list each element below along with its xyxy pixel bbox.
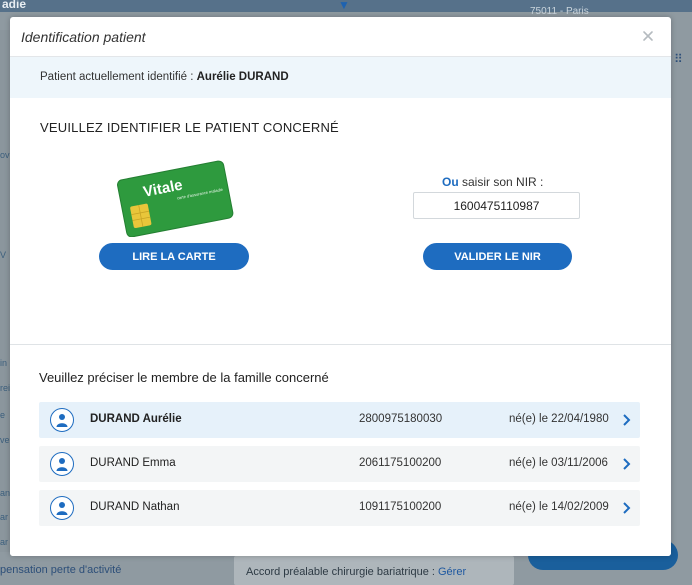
person-icon — [50, 408, 74, 432]
background-left-label: V — [0, 250, 7, 260]
current-patient-label: Patient actuellement identifié : Aurélie… — [40, 71, 289, 83]
background-top-right-text: 75011 - Paris — [530, 6, 589, 17]
member-birthdate: né(e) le 03/11/2006 — [509, 457, 608, 469]
close-icon — [643, 31, 653, 41]
modal-title: Identification patient — [21, 29, 146, 45]
validate-nir-button[interactable]: VALIDER LE NIR — [423, 243, 572, 270]
nir-input[interactable] — [413, 192, 580, 219]
patient-identification-modal: Identification patient Patient actuellem… — [10, 17, 671, 556]
background-left-label: ar — [0, 512, 9, 522]
modal-header: Identification patient — [10, 17, 671, 57]
background-top-left-text: adie — [2, 0, 27, 11]
member-nir: 2061175100200 — [359, 457, 442, 469]
person-icon — [50, 496, 74, 520]
family-member-row[interactable]: DURAND Aurélie 2800975180030 né(e) le 22… — [39, 402, 640, 438]
chevron-right-icon — [623, 458, 631, 470]
current-patient-banner: Patient actuellement identifié : Aurélie… — [10, 57, 671, 98]
member-birthdate: né(e) le 22/04/1980 — [509, 413, 609, 425]
close-button[interactable] — [640, 28, 656, 44]
background-left-label: in — [0, 358, 8, 368]
family-member-row[interactable]: DURAND Nathan 1091175100200 né(e) le 14/… — [39, 490, 640, 526]
background-left-label: e — [0, 410, 6, 420]
background-left-label: ve — [0, 435, 10, 445]
background-left-label: rei — [0, 383, 11, 393]
background-bottom-text: Accord préalable chirurgie bariatrique :… — [246, 566, 467, 578]
background-bottom-link: pensation perte d'activité — [0, 564, 122, 576]
vitale-card-image: Vitale carte d'assurance maladie — [117, 160, 234, 237]
nir-label: Ou saisir son NIR : — [442, 175, 544, 189]
read-card-button[interactable]: LIRE LA CARTE — [99, 243, 249, 270]
background-left-label: ov — [0, 150, 10, 160]
member-name: DURAND Nathan — [90, 501, 180, 513]
member-nir: 2800975180030 — [359, 413, 443, 425]
current-patient-name: Aurélie DURAND — [196, 71, 289, 83]
member-birthdate: né(e) le 14/02/2009 — [509, 501, 609, 513]
family-member-row[interactable]: DURAND Emma 2061175100200 né(e) le 03/11… — [39, 446, 640, 482]
chevron-down-icon: ▼ — [338, 0, 350, 12]
member-nir: 1091175100200 — [359, 501, 442, 513]
grid-icon: ⠿ — [674, 52, 683, 66]
member-name: DURAND Aurélie — [90, 413, 182, 425]
member-name: DURAND Emma — [90, 457, 176, 469]
background-left-strip — [0, 30, 10, 560]
chevron-right-icon — [623, 502, 631, 514]
chevron-right-icon — [623, 414, 631, 426]
identify-section-title: VEUILLEZ IDENTIFIER LE PATIENT CONCERNÉ — [40, 120, 339, 135]
family-members-section: Veuillez préciser le membre de la famill… — [10, 344, 671, 556]
background-left-label: ar — [0, 537, 9, 547]
person-icon — [50, 452, 74, 476]
family-section-title: Veuillez préciser le membre de la famill… — [39, 370, 329, 385]
